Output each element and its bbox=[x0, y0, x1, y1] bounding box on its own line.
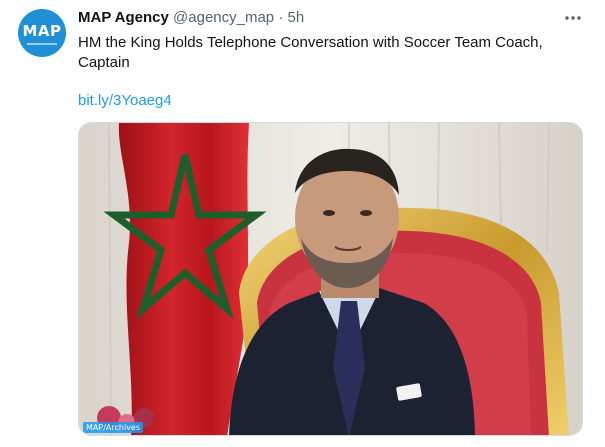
separator: · bbox=[274, 9, 288, 26]
photo-illustration bbox=[79, 123, 582, 435]
tweet[interactable]: MAP MAP Agency @agency_map · 5h HM the K… bbox=[0, 0, 605, 447]
author-name[interactable]: MAP Agency bbox=[78, 9, 169, 26]
image-credit: MAP/Archives bbox=[83, 422, 143, 433]
timestamp[interactable]: 5h bbox=[288, 9, 305, 26]
avatar-logo-line bbox=[27, 42, 57, 45]
more-horizontal-icon bbox=[565, 16, 581, 20]
tweet-header: MAP Agency @agency_map · 5h bbox=[78, 9, 304, 27]
tweet-text: HM the King Holds Telephone Conversation… bbox=[78, 34, 543, 71]
tweet-link[interactable]: bit.ly/3Yoaeg4 bbox=[78, 91, 172, 111]
author-handle[interactable]: @agency_map bbox=[173, 9, 274, 26]
avatar[interactable]: MAP bbox=[18, 9, 66, 57]
avatar-logo-text: MAP bbox=[22, 21, 62, 40]
more-options-button[interactable] bbox=[563, 8, 583, 28]
tweet-media-image[interactable]: MAP/Archives bbox=[78, 122, 583, 436]
